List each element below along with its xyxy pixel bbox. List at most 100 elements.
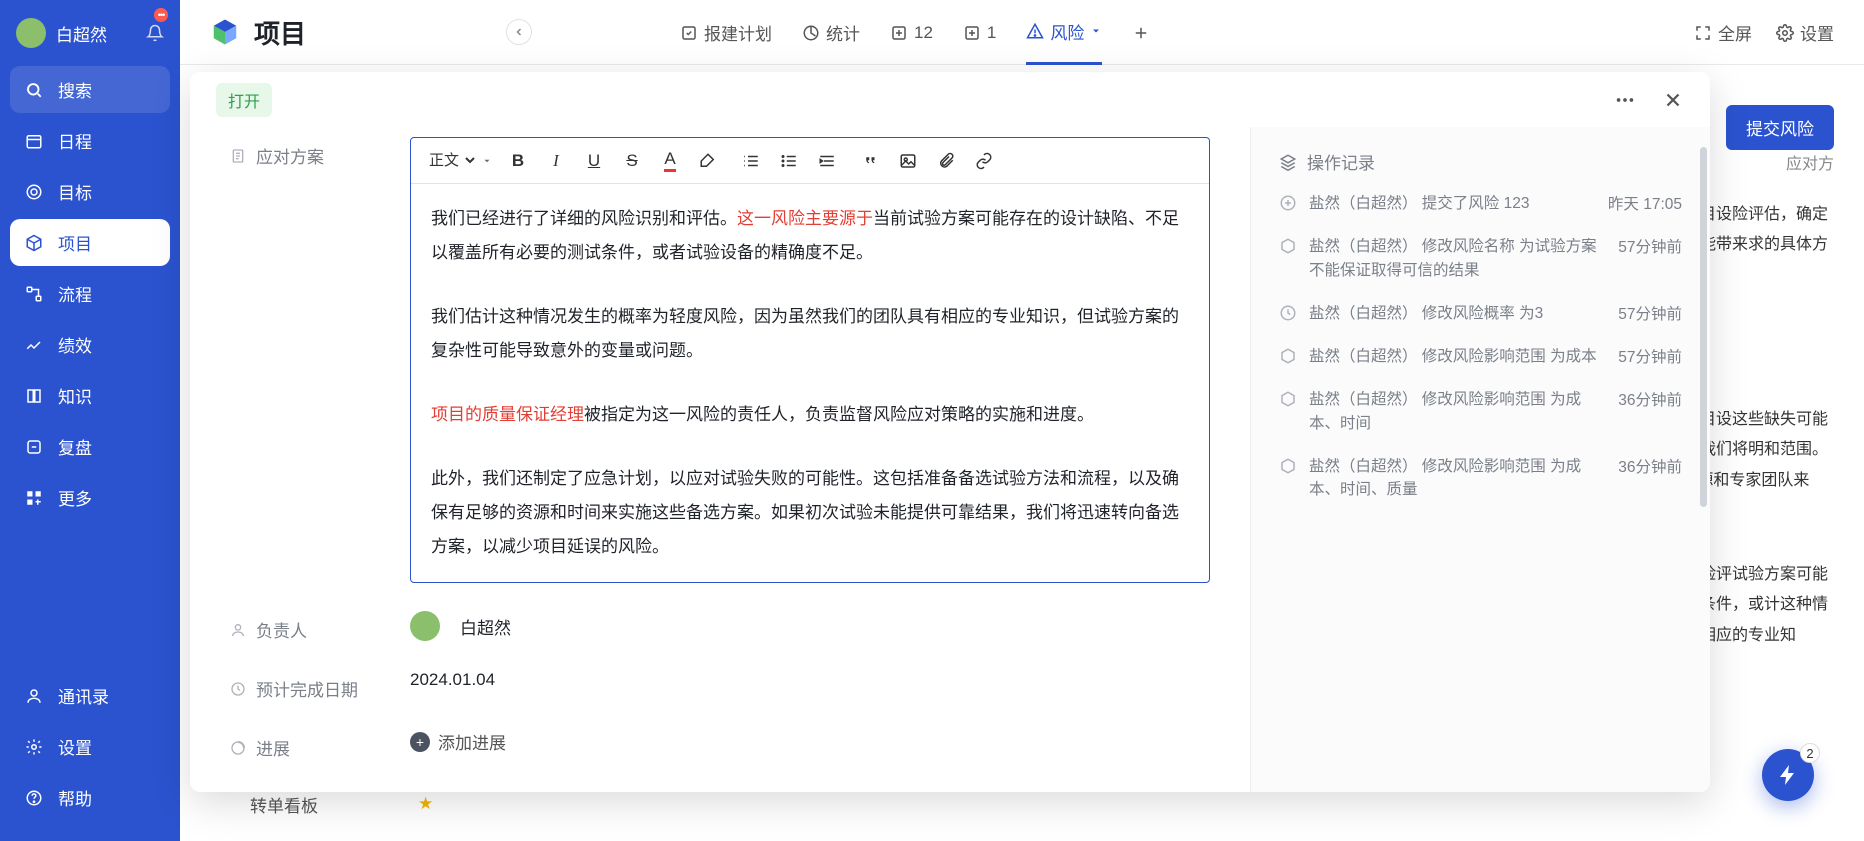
bgcolor-button[interactable]	[691, 144, 725, 178]
clock-icon	[230, 681, 246, 697]
sidebar-item-label: 设置	[58, 734, 92, 759]
avatar	[16, 18, 46, 48]
sidebar-item-knowledge[interactable]: 知识	[10, 372, 170, 419]
chevron-down-icon	[482, 156, 492, 166]
star-icon[interactable]: ★	[418, 794, 433, 814]
add-progress-button[interactable]: + 添加进展	[410, 729, 1210, 754]
page-title: 项目	[254, 14, 306, 51]
plus-icon: +	[410, 732, 430, 752]
modal-head: 打开	[190, 72, 1710, 127]
scrollbar[interactable]	[1700, 147, 1707, 507]
sidebar-item-goals[interactable]: 目标	[10, 168, 170, 215]
settings-button[interactable]: 设置	[1776, 20, 1834, 45]
format-select[interactable]: 正文	[423, 147, 478, 174]
sidebar-item-performance[interactable]: 绩效	[10, 321, 170, 368]
chevron-down-icon	[1090, 25, 1102, 37]
tab-count12[interactable]: 12	[890, 0, 933, 65]
sidebar-item-settings[interactable]: 设置	[10, 723, 170, 770]
strike-button[interactable]: S	[615, 144, 649, 178]
sidebar-item-label: 通讯录	[58, 683, 109, 708]
sidebar: 白超然 ••• 搜索 日程 目标 项目 流程 绩效	[0, 0, 180, 841]
sidebar-item-flow[interactable]: 流程	[10, 270, 170, 317]
ul-button[interactable]	[772, 144, 806, 178]
link-button[interactable]	[967, 144, 1001, 178]
progress-icon	[230, 740, 246, 756]
fab-badge: 2	[1800, 743, 1820, 763]
history-item: 盐然（白超然） 修改风险影响范围 为成本 57分钟前	[1279, 345, 1682, 368]
tab-label: 1	[987, 23, 996, 43]
hex-icon	[1279, 390, 1297, 408]
bell-icon[interactable]	[146, 24, 164, 42]
review-icon	[24, 437, 44, 457]
ol-button[interactable]	[734, 144, 768, 178]
search-item[interactable]: 搜索	[10, 66, 170, 113]
editor-toolbar: 正文 B I U S A	[411, 138, 1209, 184]
tab-stats[interactable]: 统计	[802, 0, 860, 65]
close-icon[interactable]	[1662, 89, 1684, 111]
tab-count1[interactable]: 1	[963, 0, 996, 65]
grid-icon	[24, 488, 44, 508]
hex-icon	[1279, 347, 1297, 365]
submit-risk-button[interactable]: 提交风险	[1726, 105, 1834, 150]
search-label: 搜索	[58, 77, 92, 102]
calendar-icon	[24, 131, 44, 151]
book-icon	[24, 386, 44, 406]
tab-label: 报建计划	[704, 20, 772, 45]
cube-icon	[210, 17, 240, 47]
rich-editor[interactable]: 正文 B I U S A	[410, 137, 1210, 583]
sidebar-item-label: 项目	[58, 230, 92, 255]
field-label-plan: 应对方案	[230, 137, 410, 168]
sidebar-item-project[interactable]: 项目	[10, 219, 170, 266]
avatar	[410, 611, 440, 641]
status-badge: 打开	[216, 83, 272, 117]
help-icon	[24, 788, 44, 808]
more-icon[interactable]	[1614, 89, 1636, 111]
sidebar-item-label: 日程	[58, 128, 92, 153]
collapse-button[interactable]	[506, 19, 532, 45]
sidebar-item-more[interactable]: 更多	[10, 474, 170, 521]
image-button[interactable]	[891, 144, 925, 178]
chart-icon	[24, 335, 44, 355]
due-value[interactable]: 2024.01.04	[410, 670, 1210, 690]
sidebar-item-label: 绩效	[58, 332, 92, 357]
history-item: 盐然（白超然） 修改风险概率 为3 57分钟前	[1279, 302, 1682, 325]
history-item: 盐然（白超然） 修改风险影响范围 为成本、时间、质量 36分钟前	[1279, 455, 1682, 502]
sidebar-item-review[interactable]: 复盘	[10, 423, 170, 470]
user-row[interactable]: 白超然 •••	[0, 0, 180, 66]
tab-risk[interactable]: 风险	[1026, 0, 1102, 65]
sidebar-item-label: 流程	[58, 281, 92, 306]
clock-icon	[1279, 304, 1297, 322]
tab-add[interactable]	[1132, 0, 1150, 65]
history-panel: 操作记录 盐然（白超然） 提交了风险 123 昨天 17:05 盐然（白超然） …	[1250, 127, 1710, 792]
plus-circle-icon	[1279, 194, 1297, 212]
bold-button[interactable]: B	[501, 144, 535, 178]
quote-button[interactable]	[853, 144, 887, 178]
tabs: 报建计划 统计 12 1 风险	[680, 0, 1150, 65]
history-item: 盐然（白超然） 提交了风险 123 昨天 17:05	[1279, 192, 1682, 215]
owner-value[interactable]: 白超然	[410, 611, 1210, 641]
hex-icon	[1279, 237, 1297, 255]
user-icon	[230, 622, 246, 638]
cube-icon	[24, 233, 44, 253]
sidebar-item-help[interactable]: 帮助	[10, 774, 170, 821]
target-icon	[24, 182, 44, 202]
underline-button[interactable]: U	[577, 144, 611, 178]
editor-content[interactable]: 我们已经进行了详细的风险识别和评估。这一风险主要源于当前试验方案可能存在的设计缺…	[411, 184, 1209, 582]
flow-icon	[24, 284, 44, 304]
sidebar-item-calendar[interactable]: 日程	[10, 117, 170, 164]
tab-plan[interactable]: 报建计划	[680, 0, 772, 65]
italic-button[interactable]: I	[539, 144, 573, 178]
sidebar-item-contacts[interactable]: 通讯录	[10, 672, 170, 719]
main-header: 项目 报建计划 统计 12 1 风险 全屏 设置	[180, 0, 1864, 65]
field-label-progress: 进展	[230, 729, 410, 760]
history-item: 盐然（白超然） 修改风险影响范围 为成本、时间 36分钟前	[1279, 388, 1682, 435]
search-icon	[24, 80, 44, 100]
contacts-icon	[24, 686, 44, 706]
indent-button[interactable]	[810, 144, 844, 178]
fullscreen-button[interactable]: 全屏	[1694, 20, 1752, 45]
button-label: 设置	[1800, 20, 1834, 45]
attach-button[interactable]	[929, 144, 963, 178]
field-label-owner: 负责人	[230, 611, 410, 642]
textcolor-button[interactable]: A	[653, 144, 687, 178]
history-title: 操作记录	[1279, 149, 1682, 174]
